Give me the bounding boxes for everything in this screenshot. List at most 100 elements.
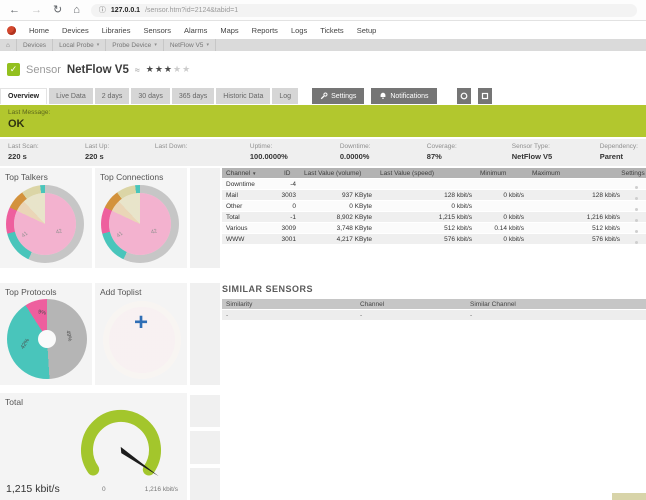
nav-item-devices[interactable]: Devices <box>62 26 89 35</box>
header-similar-channel: Similar Channel <box>470 301 646 308</box>
top-talkers-donut-chart[interactable]: 41 42 <box>6 185 84 263</box>
reload-icon[interactable]: ↻ <box>53 5 62 16</box>
chevron-down-icon: ▾ <box>154 42 157 48</box>
header-minimum[interactable]: Minimum <box>472 170 524 177</box>
cell-speed: 0 kbit/s <box>372 203 472 210</box>
stat-value: NetFlow V5 <box>512 152 600 161</box>
tab-overview[interactable]: Overview <box>0 88 47 104</box>
breadcrumb-home-icon[interactable]: ⌂ <box>0 39 17 51</box>
cell-volume: 3,748 KByte <box>296 225 372 232</box>
stat-label: Last Scan: <box>8 143 85 150</box>
stat-value: Parent <box>600 152 638 161</box>
stop-button[interactable] <box>478 88 492 104</box>
cell-channel: Total <box>222 214 276 221</box>
breadcrumb-label: Devices <box>23 42 46 49</box>
tab-historic-data[interactable]: Historic Data <box>216 88 270 104</box>
nav-item-reports[interactable]: Reports <box>252 26 278 35</box>
notifications-button[interactable]: Notifications <box>371 88 436 104</box>
nav-item-libraries[interactable]: Libraries <box>102 26 131 35</box>
breadcrumb-netflow-v5[interactable]: NetFlow V5▾ <box>164 39 216 51</box>
cell-id: 3003 <box>276 192 296 199</box>
cell-speed: 512 kbit/s <box>372 225 472 232</box>
sensor-header: ✓ Sensor NetFlow V5 ≈ ★★★★★ <box>7 63 191 76</box>
cell-max: 128 kbit/s <box>524 192 620 199</box>
cell-max: 1,216 kbit/s <box>524 214 620 221</box>
browser-home-icon[interactable]: ⌂ <box>73 5 80 16</box>
total-gauge-chart <box>58 404 180 490</box>
stat-uptime: Uptime:100.0000% <box>250 143 340 166</box>
wrench-icon <box>320 92 328 100</box>
cell-id: 3009 <box>276 225 296 232</box>
info-icon[interactable]: ⓘ <box>99 5 106 15</box>
cell-id: -4 <box>276 181 296 188</box>
panel-add-toplist[interactable]: Add Toplist + <box>95 283 187 385</box>
table-row-various[interactable]: Various 3009 3,748 KByte 512 kbit/s 0.14… <box>222 223 646 234</box>
top-connections-donut-chart[interactable]: 41 42 <box>101 185 179 263</box>
gear-button[interactable] <box>457 88 471 104</box>
notifications-label: Notifications <box>390 93 428 100</box>
last-message-banner: Last Message: OK <box>0 105 646 137</box>
nav-item-maps[interactable]: Maps <box>220 26 238 35</box>
panel-top-protocols[interactable]: Top Protocols 49% 42% 9% <box>0 283 92 385</box>
tab-log[interactable]: Log <box>272 88 298 104</box>
donut-wedges <box>14 193 76 255</box>
table-row-total[interactable]: Total -1 8,902 KByte 1,215 kbit/s 0 kbit… <box>222 212 646 223</box>
table-row-www[interactable]: WWW 3001 4,217 KByte 576 kbit/s 0 kbit/s… <box>222 234 646 245</box>
breadcrumb-probe-device[interactable]: Probe Device▾ <box>106 39 164 51</box>
nav-item-alarms[interactable]: Alarms <box>184 26 207 35</box>
breadcrumb-label: Local Probe <box>59 42 94 49</box>
forward-icon[interactable]: → <box>31 5 42 16</box>
tab-30-days[interactable]: 30 days <box>131 88 170 104</box>
last-message-label: Last Message: <box>8 109 638 116</box>
stat-sensor-type: Sensor Type:NetFlow V5 <box>512 143 600 166</box>
clipped-element <box>612 493 646 500</box>
panel-total-gauge[interactable]: Total 1,215 kbit/s 0 1,216 kbit/s <box>0 393 187 500</box>
sensor-kind-label: Sensor <box>26 64 61 76</box>
stat-coverage: Coverage:87% <box>427 143 512 166</box>
cell-channel: Various <box>222 225 276 232</box>
header-id[interactable]: ID <box>276 170 296 177</box>
tab-live-data[interactable]: Live Data <box>49 88 93 104</box>
url-bar[interactable]: ⓘ 127.0.0.1/sensor.htm?id=2124&tabid=1 <box>91 4 637 17</box>
donut-wedges <box>109 193 171 255</box>
cell-id: -1 <box>276 214 296 221</box>
back-icon[interactable]: ← <box>9 5 20 16</box>
stat-dependency: Dependency:Parent <box>600 143 638 166</box>
panel-top-talkers[interactable]: Top Talkers 41 42 <box>0 168 92 268</box>
breadcrumb-devices[interactable]: Devices <box>17 39 53 51</box>
tab-365-days[interactable]: 365 days <box>172 88 214 104</box>
panel-top-connections[interactable]: Top Connections 41 42 <box>95 168 187 268</box>
table-row-mail[interactable]: Mail 3003 937 KByte 128 kbit/s 0 kbit/s … <box>222 190 646 201</box>
priority-stars[interactable]: ★★★★★ <box>146 64 191 75</box>
stat-downtime: Downtime:0.0000% <box>340 143 427 166</box>
header-channel[interactable]: Channel ▼ <box>222 170 276 177</box>
similar-sensors-row: - - - <box>222 309 646 320</box>
settings-button[interactable]: Settings <box>312 88 364 104</box>
nav-item-tickets[interactable]: Tickets <box>320 26 343 35</box>
table-row-other[interactable]: Other 0 0 KByte 0 kbit/s <box>222 201 646 212</box>
clipped-panel <box>190 468 220 500</box>
tab-bar: Overview Live Data 2 days 30 days 365 da… <box>0 88 492 104</box>
nav-item-logs[interactable]: Logs <box>291 26 307 35</box>
main-nav: Home Devices Libraries Sensors Alarms Ma… <box>0 23 646 38</box>
cell-similarity: - <box>222 312 360 319</box>
nav-item-sensors[interactable]: Sensors <box>143 26 171 35</box>
add-toplist-plus-icon[interactable]: + <box>95 309 187 337</box>
cell-channel: Other <box>222 203 276 210</box>
top-protocols-pie-chart[interactable]: 49% 42% 9% <box>7 299 87 379</box>
table-row-downtime[interactable]: Downtime -4 <box>222 179 646 190</box>
header-last-value-speed[interactable]: Last Value (speed) <box>372 170 472 177</box>
breadcrumb: ⌂ Devices Local Probe▾ Probe Device▾ Net… <box>0 39 646 51</box>
cell-max: 576 kbit/s <box>524 236 620 243</box>
nav-item-setup[interactable]: Setup <box>357 26 377 35</box>
tab-2-days[interactable]: 2 days <box>95 88 130 104</box>
stat-label: Uptime: <box>250 143 340 150</box>
nav-item-home[interactable]: Home <box>29 26 49 35</box>
pause-icon[interactable]: ≈ <box>135 65 140 75</box>
cell-min: 0.14 kbit/s <box>472 225 524 232</box>
gauge-value: 1,215 kbit/s <box>6 483 60 495</box>
panel-title: Top Protocols <box>0 283 92 297</box>
breadcrumb-local-probe[interactable]: Local Probe▾ <box>53 39 106 51</box>
header-last-value-volume[interactable]: Last Value (volume) <box>296 170 372 177</box>
header-maximum[interactable]: Maximum <box>524 170 620 177</box>
